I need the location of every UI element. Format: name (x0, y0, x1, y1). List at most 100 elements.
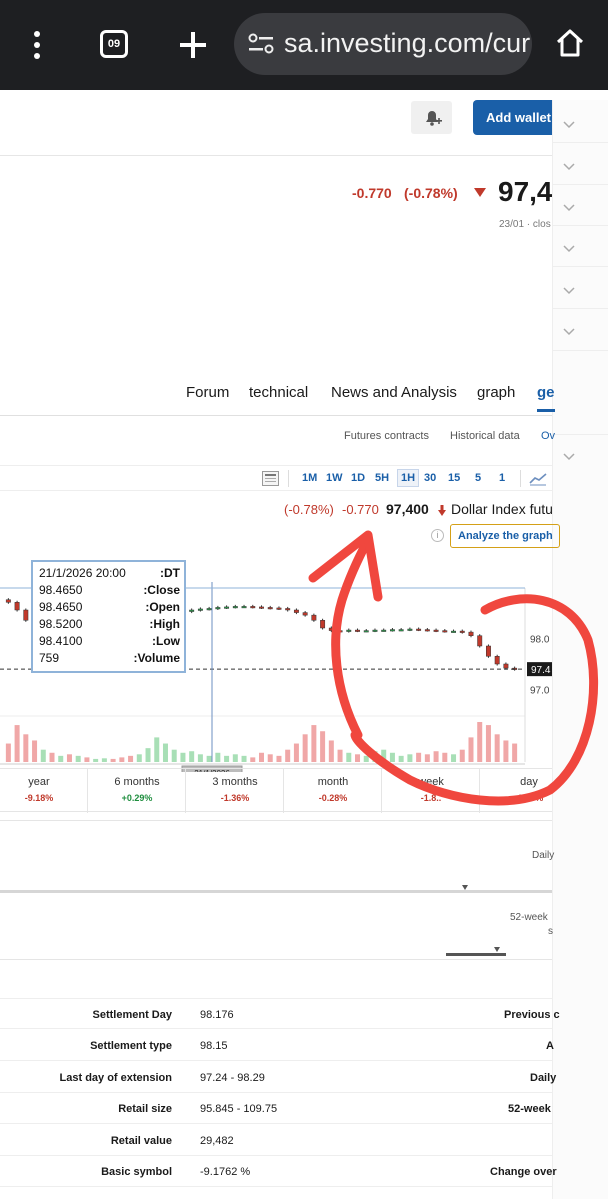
page-content: Add wallet -0.770 (-0.78%) 97,4 23/01 · … (0, 90, 608, 1199)
y-tick-label: 97.0 (530, 686, 550, 697)
tab-general[interactable]: ge (537, 384, 555, 412)
new-tab-plus-icon[interactable] (179, 31, 207, 59)
candle (389, 629, 395, 632)
overview-link[interactable]: Ov (541, 430, 555, 442)
perf-year[interactable]: year -9.18% (0, 769, 88, 813)
chevron-down-icon[interactable] (563, 242, 575, 254)
candle (459, 630, 465, 633)
chevron-down-icon[interactable] (563, 118, 575, 130)
candle (276, 607, 282, 610)
browser-toolbar: 09 sa.investing.com/cur (0, 0, 608, 90)
volume-bar (424, 754, 430, 762)
down-arrow-small-icon (438, 504, 446, 516)
chevron-down-icon[interactable] (563, 450, 575, 462)
timeframe-1d[interactable]: 1D (351, 472, 365, 484)
tab-technical[interactable]: technical (249, 384, 308, 401)
futures-contracts-link[interactable]: Futures contracts (344, 430, 429, 442)
candle (416, 628, 422, 631)
volume-bar (66, 754, 72, 762)
site-settings-icon[interactable] (248, 33, 274, 55)
volume-bar (5, 743, 11, 762)
volume-bar (250, 757, 256, 762)
menu-dots-icon[interactable] (32, 30, 42, 60)
chevron-down-icon[interactable] (563, 325, 575, 337)
volume-bar (58, 755, 64, 762)
address-bar[interactable]: sa.investing.com/cur (234, 13, 532, 75)
candle (346, 629, 352, 632)
chart-change: -0.770 (342, 502, 379, 517)
volume-bar (512, 743, 518, 762)
perf-day[interactable]: day -0.78% (480, 769, 578, 813)
volume-bar (49, 752, 55, 762)
timeframe-1w[interactable]: 1W (326, 472, 343, 484)
volume-bar (389, 752, 395, 762)
quote-price: 97,4 (498, 176, 553, 207)
stats-row: Retail size 95.845 - 109.75 52-week (0, 1093, 552, 1124)
tab-switcher-button[interactable]: 09 (100, 30, 128, 58)
tab-forum[interactable]: Forum (186, 384, 229, 401)
candle (224, 606, 230, 609)
candle (494, 656, 500, 665)
volume-bar (32, 740, 38, 762)
timeframe-1h[interactable]: 1H (397, 469, 420, 487)
candle (23, 609, 29, 621)
side-panel (552, 100, 608, 1199)
calendar-icon[interactable] (262, 471, 279, 486)
volume-bar (145, 748, 151, 762)
timeframe-5h[interactable]: 5H (375, 472, 389, 484)
volume-bar (232, 754, 238, 762)
chevron-down-icon[interactable] (563, 201, 575, 213)
bell-plus-icon (426, 111, 442, 126)
chevron-down-icon[interactable] (563, 284, 575, 296)
candle (189, 609, 195, 612)
volume-bar (293, 743, 299, 762)
tab-count: 09 (107, 38, 121, 50)
candle (5, 599, 11, 603)
volume-bar (485, 725, 491, 762)
alert-button[interactable] (411, 101, 452, 134)
volume-bar (162, 743, 168, 762)
timeframe-5[interactable]: 5 (475, 472, 481, 484)
volume-bar (355, 754, 361, 762)
chevron-down-icon[interactable] (563, 160, 575, 172)
tooltip-row-low: 98.4100 :Low (39, 634, 180, 648)
perf-week[interactable]: week -1.8.. (382, 769, 480, 813)
candle (285, 608, 291, 611)
candle (398, 629, 404, 632)
candle (267, 607, 273, 610)
volume-bar (459, 749, 465, 762)
perf-3-months[interactable]: 3 months -1.36% (186, 769, 284, 813)
chart-type-icon[interactable] (529, 472, 547, 486)
perf-month[interactable]: month -0.28% (284, 769, 382, 813)
analyze-graph-button[interactable]: Analyze the graph (450, 524, 560, 548)
timeframe-1m[interactable]: 1M (302, 472, 317, 484)
last-price-label: 97.4 (531, 665, 551, 676)
timeframe-1[interactable]: 1 (499, 472, 505, 484)
volume-bar (110, 758, 116, 762)
volume-bar (337, 749, 343, 762)
y-tick-label: 98.0 (530, 634, 550, 645)
candle (355, 629, 360, 632)
tooltip-row-close: 98.4650 :Close (39, 583, 180, 597)
perf-6-months[interactable]: 6 months +0.29% (88, 769, 186, 813)
volume-bar (128, 755, 134, 762)
volume-bar (180, 752, 186, 762)
timeframe-30[interactable]: 30 (424, 472, 436, 484)
volume-bar (171, 749, 177, 762)
volume-bar (328, 740, 334, 762)
volume-bar (302, 734, 308, 762)
volume-bar (407, 754, 413, 762)
week52-range-label: 52-week (510, 912, 548, 923)
home-icon[interactable] (555, 28, 585, 58)
tab-graph[interactable]: graph (477, 384, 515, 401)
chart-price: 97,400 (386, 501, 429, 517)
volume-bar (416, 752, 422, 762)
candle (328, 627, 334, 631)
daily-range-label: Daily (532, 850, 555, 861)
tab-news-analysis[interactable]: News and Analysis (331, 384, 457, 401)
info-icon[interactable]: i (431, 529, 444, 542)
timeframe-15[interactable]: 15 (448, 472, 460, 484)
candle (232, 606, 238, 609)
historical-data-link[interactable]: Historical data (450, 430, 520, 442)
candle (433, 629, 439, 632)
